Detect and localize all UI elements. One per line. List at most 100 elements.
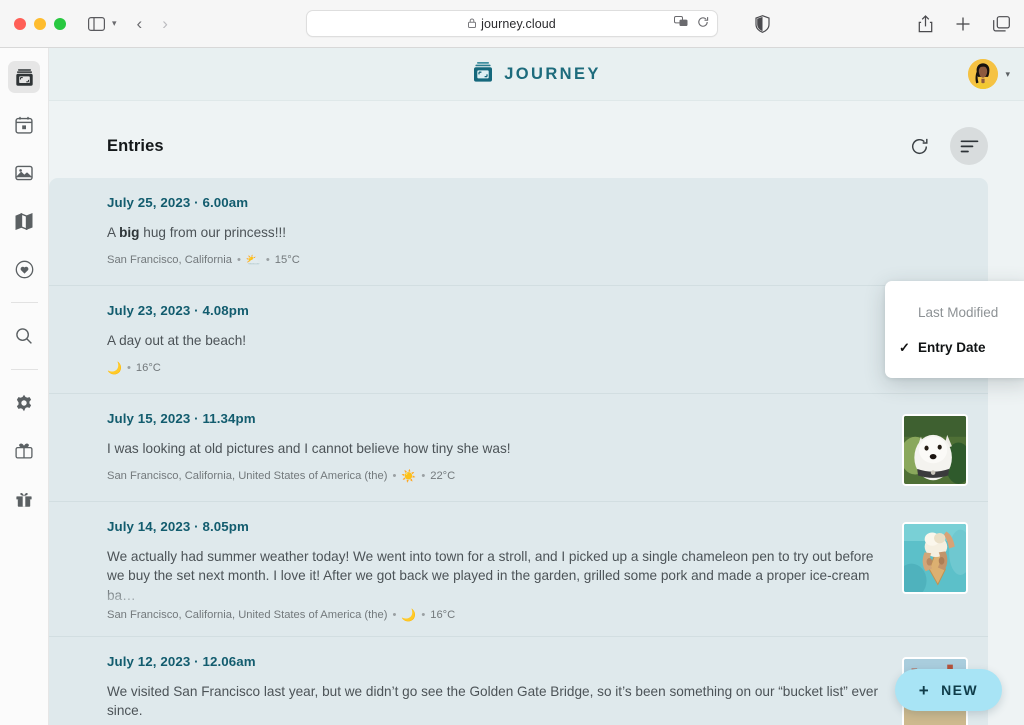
sidebar-item-search[interactable] — [8, 320, 40, 352]
entry-meta: San Francisco, California • ⛅ • 15°C — [107, 254, 968, 266]
account-menu[interactable]: ▾ — [968, 59, 1010, 89]
brand-name: JOURNEY — [504, 65, 601, 84]
entry-body: July 25, 2023 · 6.00am A big hug from ou… — [107, 195, 968, 270]
entry-body: July 15, 2023 · 11.34pm I was looking at… — [107, 411, 886, 486]
entry-text-suffix: hug from our princess!!! — [139, 225, 286, 240]
sun-icon: ☀️ — [401, 470, 416, 482]
sidebar-toggle-icon[interactable] — [88, 17, 105, 31]
entry-date: July 25, 2023 · 6.00am — [107, 195, 968, 210]
entry-date: July 23, 2023 · 4.08pm — [107, 303, 886, 318]
lock-icon — [468, 18, 476, 30]
partly-cloudy-icon: ⛅ — [246, 254, 261, 266]
dog-photo-thumbnail[interactable] — [902, 414, 968, 486]
meta-separator: • — [392, 470, 396, 482]
refresh-button[interactable] — [900, 127, 938, 165]
entry-row[interactable]: July 25, 2023 · 6.00am A big hug from ou… — [49, 178, 988, 285]
sidebar-item-favorites[interactable] — [8, 253, 40, 285]
avatar[interactable] — [968, 59, 998, 89]
minimize-window-button[interactable] — [34, 18, 46, 30]
plus-icon: + — [919, 682, 930, 699]
url-text: journey.cloud — [481, 17, 556, 31]
entry-location: San Francisco, California, United States… — [107, 470, 387, 482]
sidebar-item-settings[interactable] — [8, 387, 40, 419]
sidebar-dropdown-chevron-icon[interactable]: ▾ — [112, 18, 117, 29]
back-button[interactable]: ‹ — [137, 14, 143, 34]
entry-text: We actually had summer weather today! We… — [107, 547, 886, 605]
entry-text: A big hug from our princess!!! — [107, 223, 968, 242]
chevron-down-icon[interactable]: ▾ — [1005, 69, 1010, 80]
crescent-moon-icon: 🌙 — [401, 609, 416, 621]
meta-separator: • — [392, 609, 396, 621]
meta-separator: • — [266, 254, 270, 266]
sidebar-item-membership[interactable] — [8, 435, 40, 467]
new-entry-label: NEW — [941, 682, 978, 698]
entry-temperature: 15°C — [275, 254, 300, 266]
entry-temperature: 22°C — [430, 470, 455, 482]
sidebar-divider — [11, 302, 38, 303]
sidebar-item-media[interactable] — [8, 157, 40, 189]
reload-icon[interactable] — [697, 15, 709, 33]
entry-row[interactable]: July 23, 2023 · 4.08pm A day out at the … — [49, 285, 988, 393]
tab-overview-icon[interactable] — [993, 16, 1010, 32]
meta-separator: • — [127, 362, 131, 374]
entry-temperature: 16°C — [136, 362, 161, 374]
sort-option-label: Entry Date — [918, 340, 986, 355]
entry-location: San Francisco, California — [107, 254, 232, 266]
entry-text-prefix: A — [107, 225, 119, 240]
sidebar-item-calendar[interactable] — [8, 109, 40, 141]
entry-body: July 12, 2023 · 12.06am We visited San F… — [107, 654, 886, 725]
entry-list: July 25, 2023 · 6.00am A big hug from ou… — [49, 178, 1024, 725]
brand-logo[interactable]: JOURNEY — [472, 61, 601, 88]
sort-dropdown-menu[interactable]: Last Modified ✓ Entry Date — [885, 281, 1024, 378]
entry-row[interactable]: July 15, 2023 · 11.34pm I was looking at… — [49, 393, 988, 501]
window-controls[interactable] — [14, 18, 66, 30]
sort-option-last-modified[interactable]: Last Modified — [885, 295, 1024, 330]
app-shell: JOURNEY ▾ — [0, 48, 1024, 725]
navigation-arrows[interactable]: ‹ › — [137, 14, 168, 34]
entry-text: I was looking at old pictures and I cann… — [107, 439, 886, 458]
entry-meta: 🌙 • 16°C — [107, 362, 886, 374]
left-navigation-rail — [0, 48, 49, 725]
browser-toolbar: ▾ ‹ › journey.cloud — [0, 0, 1024, 48]
maximize-window-button[interactable] — [54, 18, 66, 30]
entry-text: A day out at the beach! — [107, 331, 886, 350]
entry-row[interactable]: July 12, 2023 · 12.06am We visited San F… — [49, 636, 988, 725]
content-area: Entries — [49, 101, 1024, 725]
entry-text: We visited San Francisco last year, but … — [107, 682, 886, 721]
entry-body: July 23, 2023 · 4.08pm A day out at the … — [107, 303, 886, 378]
new-entry-button[interactable]: + NEW — [895, 669, 1002, 711]
main-column: JOURNEY ▾ — [49, 48, 1024, 725]
sort-option-entry-date[interactable]: ✓ Entry Date — [885, 330, 1024, 365]
share-icon[interactable] — [918, 15, 933, 33]
close-window-button[interactable] — [14, 18, 26, 30]
new-tab-button[interactable] — [955, 16, 971, 32]
meta-separator: • — [421, 470, 425, 482]
entry-body: July 14, 2023 · 8.05pm We actually had s… — [107, 519, 886, 621]
address-bar[interactable]: journey.cloud — [306, 10, 718, 37]
crescent-moon-icon: 🌙 — [107, 362, 122, 374]
sort-button[interactable] — [950, 127, 988, 165]
entry-date: July 14, 2023 · 8.05pm — [107, 519, 886, 534]
forward-button: › — [162, 14, 168, 34]
meta-separator: • — [237, 254, 241, 266]
entry-text-bold: big — [119, 225, 139, 240]
meta-separator: • — [421, 609, 425, 621]
sidebar-item-atlas[interactable] — [8, 205, 40, 237]
entry-location: San Francisco, California, United States… — [107, 609, 387, 621]
translate-icon[interactable] — [674, 15, 689, 33]
entry-row[interactable]: July 14, 2023 · 8.05pm We actually had s… — [49, 501, 988, 636]
privacy-shield-icon[interactable] — [755, 15, 770, 33]
page-title: Entries — [107, 137, 164, 156]
entry-temperature: 16°C — [430, 609, 455, 621]
sort-option-label: Last Modified — [918, 305, 998, 320]
entry-date: July 12, 2023 · 12.06am — [107, 654, 886, 669]
journal-stack-icon — [472, 61, 494, 88]
sidebar-divider — [11, 369, 38, 370]
app-header: JOURNEY ▾ — [49, 48, 1024, 101]
icecream-photo-thumbnail[interactable] — [902, 522, 968, 594]
toolbar-actions — [900, 127, 988, 165]
sidebar-item-gift[interactable] — [8, 483, 40, 515]
entry-date: July 15, 2023 · 11.34pm — [107, 411, 886, 426]
sidebar-item-journal[interactable] — [8, 61, 40, 93]
entry-meta: San Francisco, California, United States… — [107, 470, 886, 482]
